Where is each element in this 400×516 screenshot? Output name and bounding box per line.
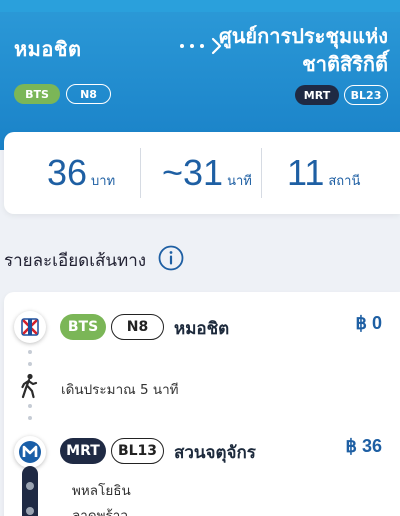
step1-line-badge: BTS (60, 314, 106, 340)
mrt-logo-glyph (19, 441, 41, 463)
divider (261, 148, 262, 198)
step1-station-code: N8 (111, 314, 164, 340)
step2-line-badge: MRT (60, 438, 106, 464)
walk-icon (21, 373, 38, 399)
step1-station-name: หมอชิต (174, 319, 230, 339)
walk-duration-text: เดินประมาณ 5 นาที (61, 382, 179, 398)
time-value: ~31 (162, 152, 224, 193)
connector-dot (28, 404, 32, 408)
stations-unit: สถานี (328, 174, 361, 189)
origin-line-badge: BTS (14, 84, 60, 104)
bts-logo-icon (14, 311, 46, 343)
step2-station-code: BL13 (111, 438, 164, 464)
origin-station-code: N8 (66, 84, 111, 104)
mrt-logo-icon (14, 436, 46, 468)
destination-station-code: BL23 (344, 85, 388, 105)
status-bar (0, 0, 400, 12)
origin-station-name: หมอชิต (14, 37, 82, 61)
fare-value: 36 (47, 152, 88, 193)
fare-stat: 36 บาท (47, 152, 115, 194)
fare-unit: บาท (91, 174, 116, 189)
time-stat: ~31 นาที (162, 152, 252, 194)
track-stop-dot (26, 482, 34, 490)
step2-fare: ฿ 36 (345, 436, 382, 456)
bts-logo-glyph (21, 318, 39, 336)
intermediate-stop: พหลโยธิน (72, 483, 131, 499)
route-header: หมอชิต ศูนย์การประชุมแห่งชาติสิริกิติ์ B… (0, 0, 400, 150)
destination-station-name: ศูนย์การประชุมแห่งชาติสิริกิติ์ (219, 24, 388, 76)
connector-dot (28, 350, 32, 354)
time-unit: นาที (227, 174, 252, 189)
track-stop-dot (26, 507, 34, 515)
divider (140, 148, 141, 198)
connector-dot (28, 362, 32, 366)
connector-dot (28, 416, 32, 420)
trip-summary-card: 36 บาท ~31 นาที 11 สถานี (4, 132, 400, 214)
stations-value: 11 (287, 152, 325, 193)
route-details-title: รายละเอียดเส้นทาง (4, 251, 147, 271)
info-icon[interactable] (158, 245, 184, 271)
stations-stat: 11 สถานี (287, 152, 360, 194)
destination-line-badge: MRT (295, 85, 339, 105)
step1-fare: ฿ 0 (355, 313, 382, 333)
step2-station-name: สวนจตุจักร (174, 443, 256, 463)
intermediate-stop: ลาดพร้าว (72, 508, 128, 516)
